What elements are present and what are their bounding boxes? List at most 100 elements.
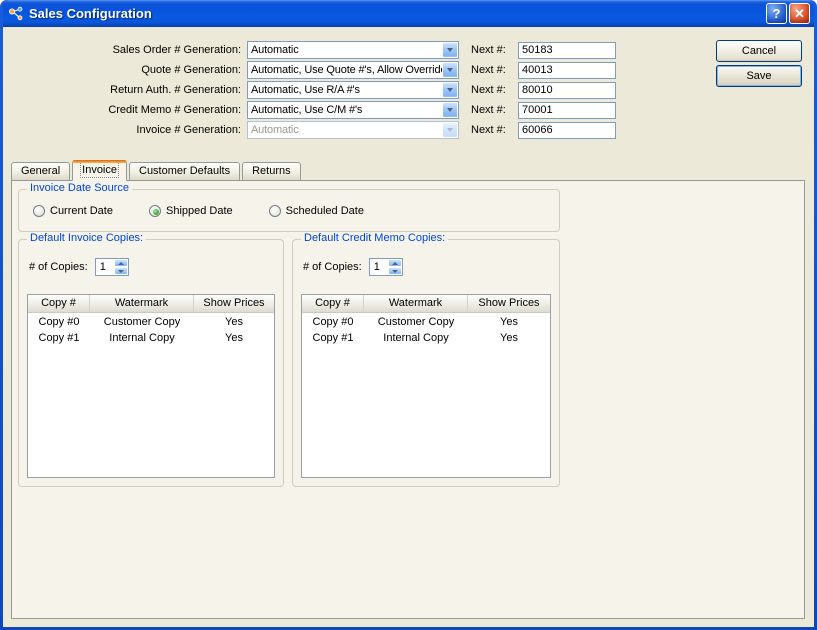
- sales-order-next-input[interactable]: [518, 42, 616, 59]
- return-auth-next-input[interactable]: [518, 82, 616, 99]
- close-icon[interactable]: ✕: [789, 3, 810, 24]
- invoice-row: Invoice # Generation: Automatic Next #:: [3, 120, 814, 140]
- invoice-tab-panel: Invoice Date Source Current Date Shipped…: [11, 180, 805, 619]
- chevron-down-icon[interactable]: [442, 82, 458, 98]
- invoice-copies-row: # of Copies: 1: [29, 258, 129, 276]
- next-number-label: Next #:: [471, 44, 513, 56]
- tab-label: Invoice: [82, 164, 117, 176]
- spin-up-icon[interactable]: [114, 259, 128, 267]
- radio-label: Shipped Date: [166, 205, 233, 217]
- chevron-down-icon[interactable]: [442, 102, 458, 118]
- group-title: Invoice Date Source: [27, 182, 132, 194]
- combo-value: Automatic, Use C/M #'s: [251, 104, 442, 116]
- table-row[interactable]: Copy #1 Internal Copy Yes: [28, 331, 274, 345]
- action-buttons: Cancel Save: [716, 40, 802, 87]
- table-row[interactable]: Copy #0 Customer Copy Yes: [302, 315, 550, 329]
- table-row[interactable]: Copy #1 Internal Copy Yes: [302, 331, 550, 345]
- stepper-value: 1: [370, 259, 388, 275]
- credit-memo-next-input[interactable]: [518, 102, 616, 119]
- cell-watermark: Internal Copy: [90, 331, 194, 345]
- radio-current-date[interactable]: Current Date: [33, 205, 113, 217]
- sales-order-row: Sales Order # Generation: Automatic Next…: [3, 40, 814, 60]
- spin-down-icon[interactable]: [114, 267, 128, 275]
- table-header: Copy # Watermark Show Prices: [302, 295, 550, 313]
- radio-shipped-date[interactable]: Shipped Date: [149, 205, 233, 217]
- quote-next-input[interactable]: [518, 62, 616, 79]
- cell-watermark: Customer Copy: [364, 315, 468, 329]
- sales-order-generation-label: Sales Order # Generation:: [9, 44, 247, 56]
- cancel-button[interactable]: Cancel: [716, 40, 802, 62]
- radio-label: Scheduled Date: [286, 205, 364, 217]
- chevron-down-icon[interactable]: [442, 62, 458, 78]
- column-header-copy[interactable]: Copy #: [302, 295, 364, 312]
- column-header-watermark[interactable]: Watermark: [364, 295, 468, 312]
- tab-strip: General Invoice Customer Defaults Return…: [11, 160, 303, 181]
- default-invoice-copies-group: Default Invoice Copies: # of Copies: 1 C…: [18, 239, 284, 487]
- spin-up-icon[interactable]: [388, 259, 402, 267]
- radio-label: Current Date: [50, 205, 113, 217]
- cell-show-prices: Yes: [468, 315, 550, 329]
- table-header: Copy # Watermark Show Prices: [28, 295, 274, 313]
- tab-label: Customer Defaults: [139, 165, 230, 177]
- tab-returns[interactable]: Returns: [242, 162, 301, 181]
- cell-copy: Copy #1: [28, 331, 90, 345]
- cell-copy: Copy #0: [302, 315, 364, 329]
- date-source-options: Current Date Shipped Date Scheduled Date: [19, 190, 559, 217]
- invoice-date-source-group: Invoice Date Source Current Date Shipped…: [18, 189, 560, 232]
- stepper-value: 1: [96, 259, 114, 275]
- num-copies-label: # of Copies:: [303, 261, 362, 273]
- credit-memo-copies-stepper[interactable]: 1: [369, 258, 403, 276]
- combo-value: Automatic, Use R/A #'s: [251, 84, 442, 96]
- group-title: Default Credit Memo Copies:: [301, 232, 448, 244]
- app-icon: [8, 6, 24, 22]
- return-auth-generation-label: Return Auth. # Generation:: [9, 84, 247, 96]
- radio-icon: [149, 205, 161, 217]
- tab-label: General: [21, 165, 60, 177]
- tab-invoice[interactable]: Invoice: [72, 160, 127, 181]
- radio-scheduled-date[interactable]: Scheduled Date: [269, 205, 364, 217]
- spin-down-icon[interactable]: [388, 267, 402, 275]
- invoice-copies-stepper[interactable]: 1: [95, 258, 129, 276]
- return-auth-row: Return Auth. # Generation: Automatic, Us…: [3, 80, 814, 100]
- invoice-next-input[interactable]: [518, 122, 616, 139]
- num-copies-label: # of Copies:: [29, 261, 88, 273]
- save-button[interactable]: Save: [716, 65, 802, 87]
- return-auth-generation-select[interactable]: Automatic, Use R/A #'s: [247, 81, 459, 99]
- default-credit-memo-copies-group: Default Credit Memo Copies: # of Copies:…: [292, 239, 560, 487]
- help-icon[interactable]: ?: [766, 3, 787, 24]
- combo-value: Automatic, Use Quote #'s, Allow Override: [251, 64, 442, 76]
- column-header-watermark[interactable]: Watermark: [90, 295, 194, 312]
- tab-general[interactable]: General: [11, 162, 70, 181]
- sales-order-generation-select[interactable]: Automatic: [247, 41, 459, 59]
- generation-form: Sales Order # Generation: Automatic Next…: [3, 27, 814, 140]
- next-number-label: Next #:: [471, 104, 513, 116]
- credit-memo-generation-select[interactable]: Automatic, Use C/M #'s: [247, 101, 459, 119]
- tab-customer-defaults[interactable]: Customer Defaults: [129, 162, 240, 181]
- cell-copy: Copy #0: [28, 315, 90, 329]
- chevron-down-icon: [442, 122, 458, 138]
- radio-icon: [33, 205, 45, 217]
- invoice-generation-label: Invoice # Generation:: [9, 124, 247, 136]
- credit-memo-copies-table: Copy # Watermark Show Prices Copy #0 Cus…: [301, 294, 551, 478]
- dialog-body: Sales Order # Generation: Automatic Next…: [3, 27, 814, 627]
- cell-copy: Copy #1: [302, 331, 364, 345]
- titlebar: Sales Configuration ? ✕: [3, 0, 814, 27]
- column-header-copy[interactable]: Copy #: [28, 295, 90, 312]
- next-number-label: Next #:: [471, 124, 513, 136]
- cell-show-prices: Yes: [194, 315, 274, 329]
- next-number-label: Next #:: [471, 84, 513, 96]
- credit-memo-row: Credit Memo # Generation: Automatic, Use…: [3, 100, 814, 120]
- quote-generation-select[interactable]: Automatic, Use Quote #'s, Allow Override: [247, 61, 459, 79]
- quote-row: Quote # Generation: Automatic, Use Quote…: [3, 60, 814, 80]
- group-title: Default Invoice Copies:: [27, 232, 146, 244]
- tab-label: Returns: [252, 165, 291, 177]
- invoice-generation-select: Automatic: [247, 121, 459, 139]
- chevron-down-icon[interactable]: [442, 42, 458, 58]
- column-header-show-prices[interactable]: Show Prices: [194, 295, 274, 312]
- radio-icon: [269, 205, 281, 217]
- combo-value: Automatic: [251, 44, 442, 56]
- column-header-show-prices[interactable]: Show Prices: [468, 295, 550, 312]
- sales-configuration-window: Sales Configuration ? ✕ Sales Order # Ge…: [0, 0, 817, 630]
- credit-memo-copies-row: # of Copies: 1: [303, 258, 403, 276]
- table-row[interactable]: Copy #0 Customer Copy Yes: [28, 315, 274, 329]
